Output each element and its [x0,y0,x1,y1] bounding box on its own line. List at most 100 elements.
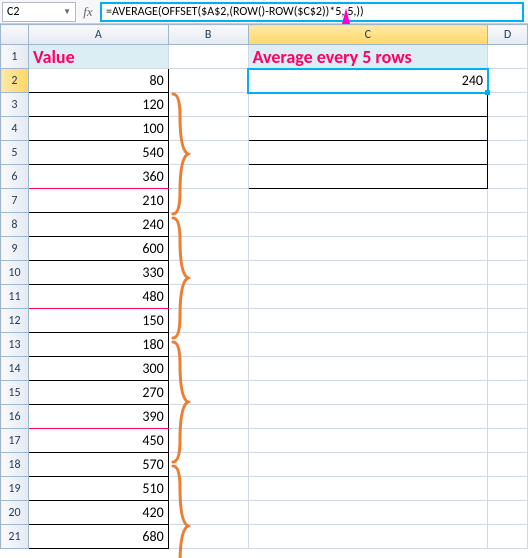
cell[interactable] [248,357,488,381]
cell[interactable] [488,429,528,453]
cell[interactable] [168,453,248,477]
cell[interactable] [168,93,248,117]
cell[interactable] [488,477,528,501]
cell[interactable] [488,141,528,165]
row-header[interactable]: 20 [1,501,29,525]
cell[interactable] [248,189,488,213]
value-cell[interactable]: 390 [28,405,168,429]
value-cell[interactable]: 600 [28,237,168,261]
cell[interactable] [488,45,528,69]
value-cell[interactable]: 330 [28,261,168,285]
cell[interactable] [488,213,528,237]
spreadsheet-grid[interactable]: A B C D 1 Value Average every 5 rows 2 8… [0,24,528,549]
value-cell[interactable]: 150 [28,309,168,333]
cell[interactable] [168,333,248,357]
row-header[interactable]: 8 [1,213,29,237]
cell[interactable] [168,165,248,189]
row-header[interactable]: 9 [1,237,29,261]
cell[interactable] [168,69,248,93]
value-cell[interactable]: 570 [28,453,168,477]
cell[interactable] [168,429,248,453]
value-cell[interactable]: 450 [28,429,168,453]
fx-icon[interactable]: fx [76,4,100,20]
cell[interactable] [248,309,488,333]
value-cell[interactable]: 100 [28,117,168,141]
cell[interactable] [488,357,528,381]
header-avg[interactable]: Average every 5 rows [248,45,488,69]
cell[interactable] [488,165,528,189]
cell[interactable] [488,117,528,141]
cell[interactable] [248,261,488,285]
cell[interactable] [488,237,528,261]
result-cell-active[interactable]: 240 [248,69,488,93]
col-header-b[interactable]: B [168,25,248,45]
col-header-a[interactable]: A [28,25,168,45]
result-cell[interactable] [248,117,488,141]
result-cell[interactable] [248,93,488,117]
value-cell[interactable]: 300 [28,357,168,381]
cell[interactable] [248,429,488,453]
value-cell[interactable]: 180 [28,333,168,357]
row-header[interactable]: 13 [1,333,29,357]
value-cell[interactable]: 240 [28,213,168,237]
cell[interactable] [168,501,248,525]
value-cell[interactable]: 210 [28,189,168,213]
value-cell[interactable]: 480 [28,285,168,309]
cell[interactable] [248,381,488,405]
cell[interactable] [488,453,528,477]
formula-input[interactable]: =AVERAGE(OFFSET($A$2,(ROW()-ROW($C$2))*5… [100,2,524,22]
row-header[interactable]: 14 [1,357,29,381]
value-cell[interactable]: 510 [28,477,168,501]
cell[interactable] [168,237,248,261]
cell[interactable] [488,285,528,309]
cell[interactable] [488,333,528,357]
value-cell[interactable]: 420 [28,501,168,525]
row-header[interactable]: 7 [1,189,29,213]
cell[interactable] [168,141,248,165]
value-cell[interactable]: 80 [28,69,168,93]
row-header[interactable]: 10 [1,261,29,285]
row-header[interactable]: 16 [1,405,29,429]
cell[interactable] [248,333,488,357]
header-value[interactable]: Value [28,45,168,69]
row-header[interactable]: 1 [1,45,29,69]
cell[interactable] [168,189,248,213]
cell[interactable] [248,405,488,429]
row-header[interactable]: 5 [1,141,29,165]
cell[interactable] [168,357,248,381]
cell[interactable] [488,501,528,525]
row-header[interactable]: 17 [1,429,29,453]
value-cell[interactable]: 270 [28,381,168,405]
cell[interactable] [168,309,248,333]
cell[interactable] [488,93,528,117]
row-header[interactable]: 11 [1,285,29,309]
row-header[interactable]: 15 [1,381,29,405]
row-header[interactable]: 2 [1,69,29,93]
cell[interactable] [168,45,248,69]
result-cell[interactable] [248,141,488,165]
cell[interactable] [168,117,248,141]
cell[interactable] [168,381,248,405]
cell[interactable] [168,213,248,237]
col-header-d[interactable]: D [488,25,528,45]
select-all-corner[interactable] [1,25,29,45]
cell[interactable] [168,285,248,309]
cell[interactable] [248,501,488,525]
row-header[interactable]: 18 [1,453,29,477]
cell[interactable] [168,261,248,285]
cell[interactable] [248,453,488,477]
cell[interactable] [488,405,528,429]
value-cell[interactable]: 360 [28,165,168,189]
row-header[interactable]: 19 [1,477,29,501]
cell[interactable] [168,477,248,501]
cell[interactable] [168,405,248,429]
cell[interactable] [488,261,528,285]
result-cell[interactable] [248,165,488,189]
cell[interactable] [488,189,528,213]
cell[interactable] [488,69,528,93]
cell[interactable] [248,213,488,237]
row-header[interactable]: 6 [1,165,29,189]
row-header[interactable]: 3 [1,93,29,117]
cell[interactable] [248,477,488,501]
cell[interactable] [248,237,488,261]
